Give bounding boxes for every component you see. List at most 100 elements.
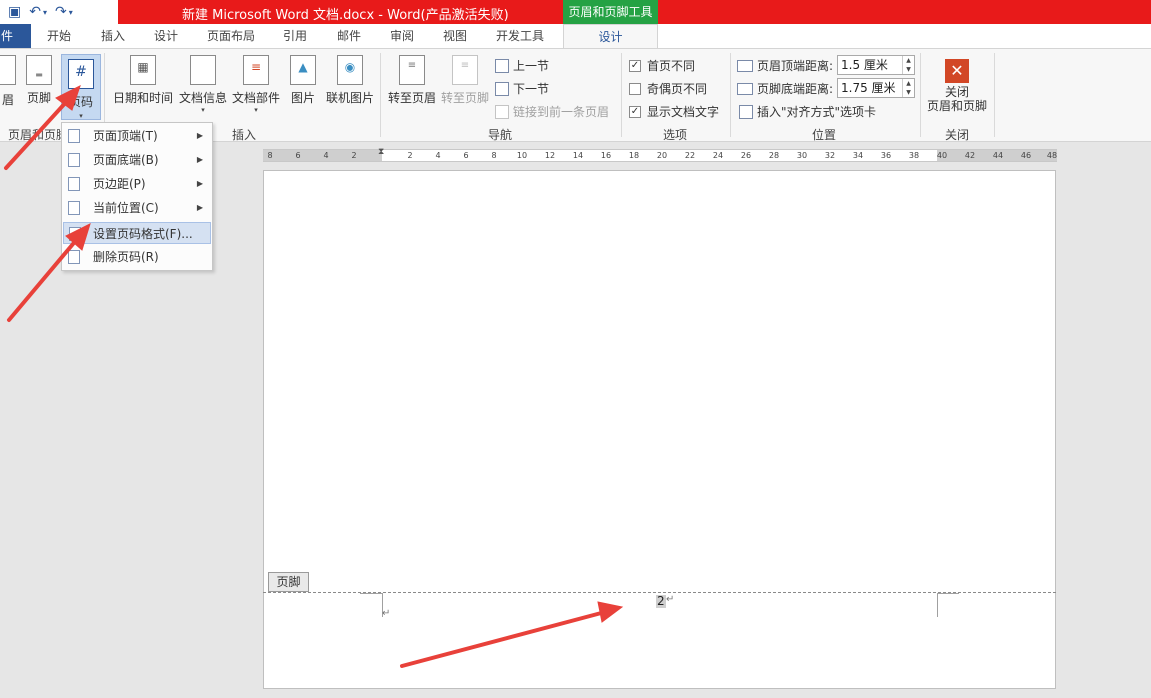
menu-item-page-margins[interactable]: 页边距(P) ▶ bbox=[63, 173, 211, 195]
tab-insert[interactable]: 插入 bbox=[101, 24, 125, 48]
ruler-tick: 30 bbox=[796, 151, 808, 160]
footer-boundary-line bbox=[263, 592, 1056, 593]
ruler-tick: 20 bbox=[656, 151, 668, 160]
different-first-page-checkbox[interactable]: ✓ 首页不同 bbox=[629, 57, 695, 74]
doc-info-icon bbox=[190, 55, 216, 85]
checkbox-unchecked-icon bbox=[629, 82, 641, 95]
different-odd-even-label: 奇偶页不同 bbox=[647, 82, 708, 96]
goto-footer-icon: ≡ bbox=[452, 55, 478, 85]
tab-review[interactable]: 审阅 bbox=[390, 24, 414, 48]
tab-hf-design[interactable]: 设计 bbox=[563, 24, 658, 48]
ruler-tick: 8 bbox=[267, 151, 273, 160]
footer-page-number[interactable]: 2 bbox=[656, 595, 666, 608]
date-time-button[interactable]: ▦ 日期和时间 bbox=[112, 55, 174, 106]
submenu-arrow-icon: ▶ bbox=[196, 131, 203, 140]
goto-header-button[interactable]: ≡ 转至页眉 bbox=[387, 55, 437, 106]
header-top-distance-value: 1.5 厘米 bbox=[841, 58, 888, 72]
checkbox-checked-icon: ✓ bbox=[629, 59, 641, 72]
close-label-line1: 关闭 bbox=[944, 85, 969, 99]
tab-developer[interactable]: 开发工具 bbox=[496, 24, 544, 48]
group-separator bbox=[621, 53, 622, 137]
goto-header-icon: ≡ bbox=[399, 55, 425, 85]
date-time-label: 日期和时间 bbox=[112, 91, 173, 105]
header-top-distance-input[interactable]: 1.5 厘米 ▲ ▼ bbox=[837, 55, 915, 75]
submenu-arrow-icon: ▶ bbox=[196, 179, 203, 188]
next-section-button[interactable]: 下一节 bbox=[495, 80, 549, 97]
paragraph-mark-icon: ↵ bbox=[382, 608, 391, 619]
window-title: 新建 Microsoft Word 文档.docx - Word(产品激活失败) bbox=[182, 8, 509, 23]
menu-item-top-of-page[interactable]: 页面顶端(T) ▶ bbox=[63, 125, 211, 147]
title-bar: ▣ ↶ ▾ ↷ ▾ 新建 Microsoft Word 文档.docx - Wo… bbox=[0, 0, 1151, 24]
close-icon: ✕ bbox=[945, 59, 969, 83]
page-number-dropdown-icon: ▾ bbox=[79, 112, 83, 120]
horizontal-ruler[interactable]: 8 6 4 2 ⧗ 2 4 6 8 10 12 14 16 18 20 22 2… bbox=[263, 147, 1057, 162]
footer-bottom-distance-input[interactable]: 1.75 厘米 ▲ ▼ bbox=[837, 78, 915, 98]
menu-item-bottom-of-page[interactable]: 页面底端(B) ▶ bbox=[63, 149, 211, 171]
picture-button[interactable]: ▲ 图片 bbox=[289, 55, 317, 106]
tab-file[interactable]: 件 bbox=[0, 24, 31, 48]
redo-icon[interactable]: ↷ bbox=[55, 4, 67, 20]
page-number-button[interactable]: # 页码 ▾ bbox=[61, 54, 101, 120]
quick-access-toolbar: ▣ ↶ ▾ ↷ ▾ bbox=[0, 0, 118, 24]
menu-item-remove-page-numbers[interactable]: 删除页码(R) bbox=[63, 246, 211, 268]
page-margins-icon bbox=[68, 177, 80, 191]
header-top-distance-label: 页眉顶端距离: bbox=[757, 59, 834, 73]
quick-parts-dropdown-icon: ▾ bbox=[254, 106, 258, 114]
online-picture-icon: ◉ bbox=[337, 55, 363, 85]
ruler-tick: 2 bbox=[407, 151, 413, 160]
checkbox-checked-icon: ✓ bbox=[629, 105, 641, 118]
quick-parts-button[interactable]: ≡ 文档部件 ▾ bbox=[231, 55, 281, 114]
current-position-icon bbox=[68, 201, 80, 215]
menu-item-label: 当前位置(C) bbox=[93, 201, 159, 215]
ruler-tick: 4 bbox=[323, 151, 329, 160]
footer-left-margin-mark bbox=[360, 593, 382, 594]
undo-icon[interactable]: ↶ bbox=[29, 4, 41, 20]
next-section-icon bbox=[495, 81, 509, 96]
link-previous-button[interactable]: 链接到前一条页眉 bbox=[495, 103, 609, 120]
footer-icon: ▬ bbox=[26, 55, 52, 85]
footer-bottom-distance-value: 1.75 厘米 bbox=[841, 81, 896, 95]
group-separator bbox=[730, 53, 731, 137]
spin-arrows-icon[interactable]: ▲ ▼ bbox=[902, 79, 914, 97]
close-label-line2: 页眉和页脚 bbox=[926, 99, 987, 113]
doc-info-label: 文档信息 bbox=[178, 91, 227, 105]
save-icon[interactable]: ▣ bbox=[8, 4, 21, 20]
different-first-page-label: 首页不同 bbox=[647, 59, 696, 73]
tab-references[interactable]: 引用 bbox=[283, 24, 307, 48]
undo-dropdown-icon[interactable]: ▾ bbox=[43, 8, 47, 17]
goto-footer-button[interactable]: ≡ 转至页脚 bbox=[440, 55, 490, 106]
redo-dropdown-icon[interactable]: ▾ bbox=[69, 8, 73, 17]
header-distance-icon bbox=[737, 59, 753, 72]
ruler-tick: 42 bbox=[964, 151, 976, 160]
insert-alignment-tab-button[interactable]: 插入"对齐方式"选项卡 bbox=[739, 103, 876, 120]
tab-design[interactable]: 设计 bbox=[154, 24, 178, 48]
menu-item-format-page-numbers[interactable]: 设置页码格式(F)... bbox=[63, 222, 211, 244]
different-odd-even-checkbox[interactable]: 奇偶页不同 bbox=[629, 80, 707, 97]
paragraph-mark-icon: ↵ bbox=[666, 594, 675, 605]
menu-item-current-position[interactable]: 当前位置(C) ▶ bbox=[63, 197, 211, 219]
spin-arrows-icon[interactable]: ▲ ▼ bbox=[902, 56, 914, 74]
online-picture-button[interactable]: ◉ 联机图片 bbox=[325, 55, 375, 106]
doc-info-button[interactable]: 文档信息 ▾ bbox=[177, 55, 229, 114]
group-label-position: 位置 bbox=[812, 128, 837, 142]
left-indent-marker-icon[interactable]: ⧗ bbox=[378, 147, 384, 157]
tab-view[interactable]: 视图 bbox=[443, 24, 467, 48]
ruler-tick: 18 bbox=[628, 151, 640, 160]
header-button[interactable]: 眉 bbox=[0, 55, 16, 107]
group-separator bbox=[994, 53, 995, 137]
tab-page-layout[interactable]: 页面布局 bbox=[207, 24, 255, 48]
ruler-tick: 22 bbox=[684, 151, 696, 160]
close-header-footer-button[interactable]: ✕ 关闭 页眉和页脚 bbox=[925, 59, 989, 113]
submenu-arrow-icon: ▶ bbox=[196, 203, 203, 212]
top-of-page-icon bbox=[68, 129, 80, 143]
ruler-tick: 6 bbox=[463, 151, 469, 160]
footer-button[interactable]: ▬ 页脚 bbox=[23, 55, 55, 106]
prev-section-button[interactable]: 上一节 bbox=[495, 57, 549, 74]
tab-mailings[interactable]: 邮件 bbox=[337, 24, 361, 48]
group-separator bbox=[380, 53, 381, 137]
ruler-tick: 46 bbox=[1020, 151, 1032, 160]
tab-home[interactable]: 开始 bbox=[47, 24, 71, 48]
show-document-text-checkbox[interactable]: ✓ 显示文档文字 bbox=[629, 103, 719, 120]
group-label-navigation: 导航 bbox=[488, 128, 513, 142]
footer-button-label: 页脚 bbox=[26, 91, 51, 105]
